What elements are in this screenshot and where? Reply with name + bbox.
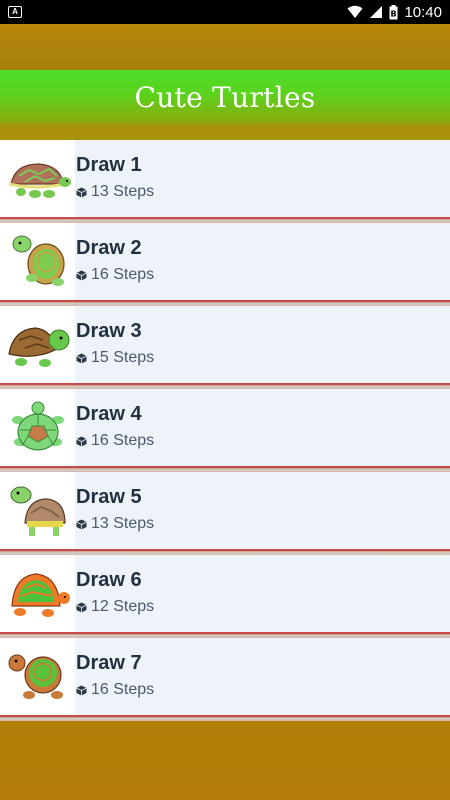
drawing-steps-label: 13 Steps <box>91 183 155 200</box>
notification-icon: A <box>8 6 22 18</box>
cube-icon <box>76 602 87 612</box>
app-bar: Cute Turtles <box>0 70 450 124</box>
turtle-thumbnail-4 <box>0 389 75 466</box>
cube-icon <box>76 685 87 695</box>
drawing-title: Draw 5 <box>76 486 142 508</box>
turtle-thumbnail-5 <box>0 472 75 549</box>
drawing-steps-label: 16 Steps <box>91 432 155 449</box>
svg-text:B: B <box>391 9 397 18</box>
drawing-list-item[interactable]: Draw 7 16 Steps <box>0 638 450 715</box>
drawing-steps-label: 15 Steps <box>91 349 155 366</box>
status-time: 10:40 <box>404 3 442 21</box>
card-text: Draw 4 16 Steps <box>75 389 154 466</box>
drawing-title: Draw 3 <box>76 320 142 342</box>
turtle-thumbnail-3 <box>0 306 75 383</box>
status-bar: A B 10:40 <box>0 0 450 24</box>
status-left: A <box>8 6 22 18</box>
cube-icon <box>76 519 87 529</box>
turtle-thumbnail-2 <box>0 223 75 300</box>
drawing-steps: 12 Steps <box>76 598 154 616</box>
drawing-steps: 16 Steps <box>76 266 154 284</box>
app-bar-underband <box>0 124 450 140</box>
drawing-steps: 13 Steps <box>76 515 154 533</box>
card-text: Draw 3 15 Steps <box>75 306 154 383</box>
drawing-steps-label: 12 Steps <box>91 598 155 615</box>
app-title: Cute Turtles <box>134 80 316 114</box>
wifi-icon <box>347 5 363 18</box>
card-text: Draw 1 13 Steps <box>75 140 154 217</box>
card-text: Draw 2 16 Steps <box>75 223 154 300</box>
drawing-title: Draw 1 <box>76 154 142 176</box>
drawing-list-item[interactable]: Draw 1 13 Steps <box>0 140 450 217</box>
drawing-list-item[interactable]: Draw 5 13 Steps <box>0 472 450 549</box>
drawing-list-item[interactable]: Draw 3 15 Steps <box>0 306 450 383</box>
drawing-steps-label: 16 Steps <box>91 266 155 283</box>
cube-icon <box>76 436 87 446</box>
drawing-list-item[interactable]: Draw 4 16 Steps <box>0 389 450 466</box>
turtle-thumbnail-1 <box>0 140 75 217</box>
drawing-title: Draw 4 <box>76 403 142 425</box>
drawing-title: Draw 6 <box>76 569 142 591</box>
card-text: Draw 7 16 Steps <box>75 638 154 715</box>
drawing-steps: 13 Steps <box>76 183 154 201</box>
drawing-list: Draw 1 13 Steps Draw 2 16 Steps Draw 3 1… <box>0 140 450 721</box>
drawing-steps: 15 Steps <box>76 349 154 367</box>
cube-icon <box>76 187 87 197</box>
drawing-steps-label: 13 Steps <box>91 515 155 532</box>
signal-icon <box>370 6 383 18</box>
turtle-thumbnail-6 <box>0 555 75 632</box>
drawing-title: Draw 7 <box>76 652 142 674</box>
card-divider <box>0 715 450 721</box>
drawing-steps: 16 Steps <box>76 432 154 450</box>
top-band <box>0 24 450 70</box>
drawing-steps-label: 16 Steps <box>91 681 155 698</box>
drawing-list-item[interactable]: Draw 2 16 Steps <box>0 223 450 300</box>
status-right: B 10:40 <box>347 4 442 21</box>
cube-icon <box>76 270 87 280</box>
card-text: Draw 6 12 Steps <box>75 555 154 632</box>
drawing-title: Draw 2 <box>76 237 142 259</box>
battery-icon: B <box>389 4 398 19</box>
cube-icon <box>76 353 87 363</box>
turtle-thumbnail-7 <box>0 638 75 715</box>
card-text: Draw 5 13 Steps <box>75 472 154 549</box>
drawing-list-item[interactable]: Draw 6 12 Steps <box>0 555 450 632</box>
drawing-steps: 16 Steps <box>76 681 154 699</box>
